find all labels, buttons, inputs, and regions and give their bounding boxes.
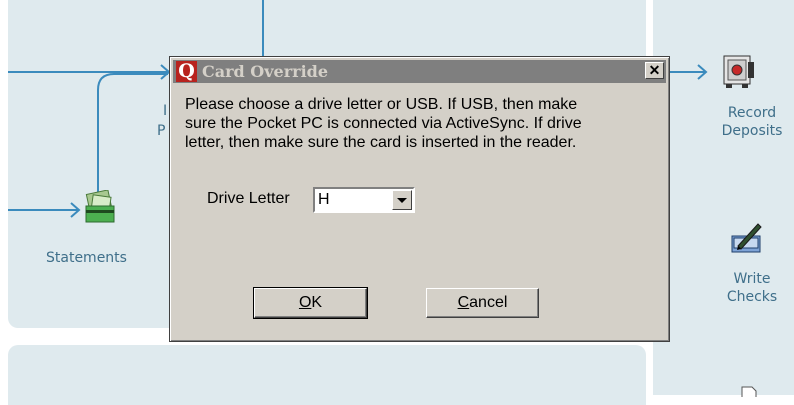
drive-letter-value: H [318, 191, 330, 208]
message-line: sure the Pocket PC is connected via Acti… [185, 115, 582, 132]
write-checks-line1: Write [733, 271, 771, 287]
message-line: letter, then make sure the card is inser… [185, 134, 577, 151]
cancel-label-rest: ancel [469, 294, 508, 311]
dialog-title: Card Override [202, 62, 329, 81]
statements-icon[interactable] [82, 189, 118, 231]
record-deposits-line1: Record [727, 105, 777, 121]
write-checks-line2: Checks [726, 289, 778, 305]
hidden-label-fragment: P [157, 123, 166, 139]
close-button[interactable]: ✕ [645, 62, 664, 79]
ok-label-rest: K [311, 294, 323, 311]
dialog-message: Please choose a drive letter or USB. If … [185, 95, 665, 152]
document-icon[interactable] [740, 384, 760, 402]
hidden-label-fragment: I [163, 103, 168, 119]
quicken-logo-icon: Q [176, 61, 197, 82]
message-line: Please choose a drive letter or USB. If … [185, 96, 578, 113]
dropdown-arrow-icon[interactable] [392, 190, 412, 210]
card-override-dialog: Q Card Override ✕ Please choose a drive … [169, 56, 670, 342]
ok-mnemonic: O [298, 294, 312, 311]
drive-letter-label: Drive Letter [207, 190, 290, 207]
cancel-button[interactable]: Cancel [426, 288, 539, 318]
ok-button[interactable]: OK [253, 287, 368, 319]
write-checks-label[interactable]: Write Checks [712, 270, 792, 306]
checkbook-pen-icon[interactable] [730, 222, 764, 261]
record-deposits-label[interactable]: Record Deposits [712, 104, 792, 140]
statements-label[interactable]: Statements [46, 249, 127, 267]
safe-icon[interactable] [722, 52, 756, 95]
drive-letter-select[interactable]: H [313, 187, 415, 213]
record-deposits-line2: Deposits [721, 123, 783, 139]
dialog-titlebar[interactable]: Q Card Override ✕ [173, 60, 666, 83]
cancel-mnemonic: C [457, 294, 470, 311]
